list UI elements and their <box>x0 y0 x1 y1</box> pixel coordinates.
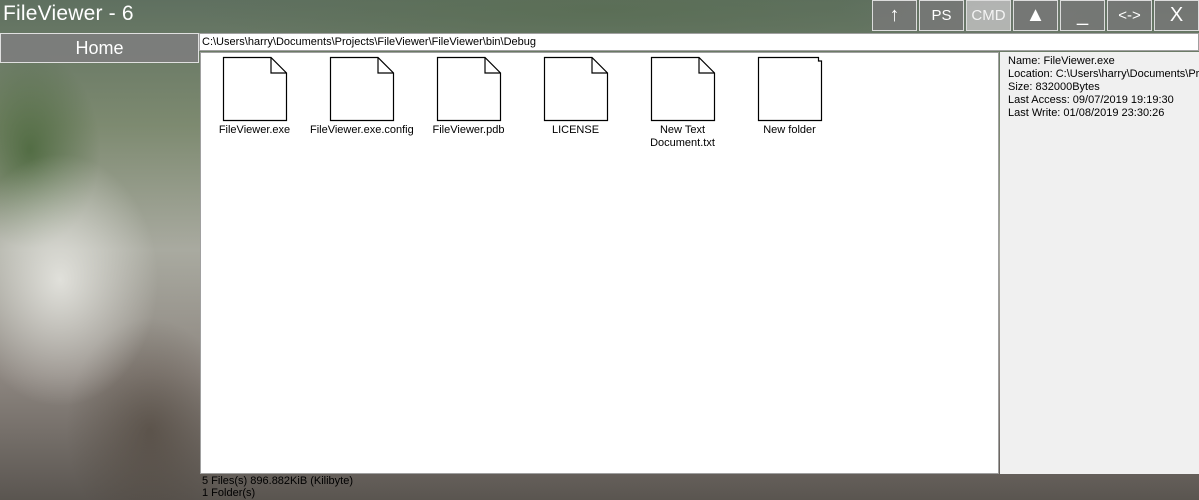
status-folders-summary: 1 Folder(s) <box>202 487 256 499</box>
file-item-license[interactable]: LICENSE <box>522 56 629 137</box>
file-icon <box>222 56 287 122</box>
sidebar: Home <box>0 33 199 500</box>
info-size: Size: 832000Bytes <box>1008 81 1100 93</box>
home-button[interactable]: Home <box>0 33 199 63</box>
file-item-fileviewer-pdb[interactable]: FileViewer.pdb <box>415 56 522 137</box>
file-label: FileViewer.pdb <box>432 124 505 136</box>
info-last-access: Last Access: 09/07/2019 19:19:30 <box>1008 94 1174 106</box>
info-location: Location: C:\Users\harry\Documents\Proje… <box>1008 68 1199 80</box>
folder-label: New folder <box>763 124 816 136</box>
file-label: FileViewer.exe.config <box>310 124 414 136</box>
file-viewer-window: FileViewer - 6 ↑ PS CMD ▲ _ <-> X Home C… <box>0 0 1199 500</box>
title-bar[interactable]: FileViewer - 6 ↑ PS CMD ▲ _ <-> X <box>0 0 1199 32</box>
status-files-summary: 5 Files(s) 896.882KiB (Kilibyte) <box>202 475 354 487</box>
file-item-new-text-document[interactable]: New Text Document.txt <box>629 56 736 150</box>
toggle-panel-button[interactable]: <-> <box>1107 0 1152 31</box>
file-icon <box>650 56 715 122</box>
status-bar: 5 Files(s) 896.882KiB (Kilibyte) 1 Folde… <box>200 475 1000 500</box>
file-info-panel: Name: FileViewer.exe Location: C:\Users\… <box>1000 52 1199 474</box>
title-button-group: ↑ PS CMD ▲ _ <-> X <box>870 0 1199 32</box>
file-label: FileViewer.exe <box>218 124 291 136</box>
file-icon <box>329 56 394 122</box>
path-input[interactable]: C:\Users\harry\Documents\Projects\FileVi… <box>199 33 1199 51</box>
minimize-button[interactable]: _ <box>1060 0 1105 31</box>
file-item-fileviewer-exe-config[interactable]: FileViewer.exe.config <box>308 56 415 137</box>
file-item-fileviewer-exe[interactable]: FileViewer.exe <box>201 56 308 137</box>
folder-icon <box>757 56 822 122</box>
maximize-button[interactable]: ▲ <box>1013 0 1058 31</box>
file-label: LICENSE <box>551 124 600 136</box>
window-title: FileViewer - 6 <box>3 2 134 25</box>
file-label: New Text Document.txt <box>650 124 715 149</box>
folder-item-new-folder[interactable]: New folder <box>736 56 843 137</box>
info-name: Name: FileViewer.exe <box>1008 55 1115 67</box>
up-button[interactable]: ↑ <box>872 0 917 31</box>
file-icon <box>543 56 608 122</box>
cmd-button[interactable]: CMD <box>966 0 1011 31</box>
ps-button[interactable]: PS <box>919 0 964 31</box>
info-last-write: Last Write: 01/08/2019 23:30:26 <box>1008 107 1165 119</box>
close-button[interactable]: X <box>1154 0 1199 31</box>
file-icon <box>436 56 501 122</box>
file-list[interactable]: FileViewer.exe FileViewer.exe.config Fil… <box>200 52 999 474</box>
